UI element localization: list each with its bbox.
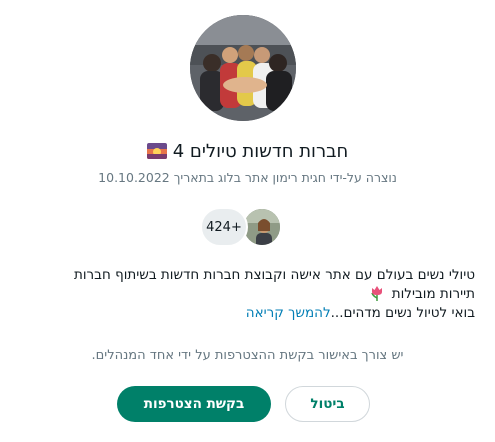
- description-line-2: תיירות מובילות: [40, 285, 475, 304]
- description-line-2-text: תיירות מובילות: [391, 286, 475, 302]
- description-line-3: בואי לטיול נשים מדהים...להמשך קריאה: [40, 304, 475, 323]
- group-created-info: נוצרה על-ידי חגית רימון אתר בלוג בתאריך …: [98, 170, 397, 185]
- request-join-button[interactable]: בקשת הצטרפות: [117, 386, 271, 422]
- sunset-emoji-icon: [146, 143, 167, 159]
- cancel-button[interactable]: ביטול: [285, 386, 370, 422]
- description-line-1: טיולי נשים בעולם עם אתר אישה וקבוצת חברו…: [73, 267, 475, 283]
- group-description: טיולי נשים בעולם עם אתר אישה וקבוצת חברו…: [40, 266, 475, 323]
- tulip-emoji-icon: [370, 285, 384, 301]
- member-avatar: [242, 207, 282, 247]
- group-title-row: חברות חדשות טיולים 4: [0, 136, 495, 166]
- group-name: חברות חדשות טיולים 4: [172, 140, 349, 162]
- group-avatar[interactable]: [190, 15, 296, 121]
- members-preview[interactable]: 424+: [200, 207, 284, 249]
- member-count-badge: 424+: [200, 207, 248, 247]
- read-more-link[interactable]: להמשך קריאה: [246, 305, 331, 321]
- approval-notice: יש צורך באישור בקשת ההצטרפות על ידי אחד …: [91, 348, 404, 363]
- description-line-3-text: בואי לטיול נשים מדהים...: [330, 305, 475, 321]
